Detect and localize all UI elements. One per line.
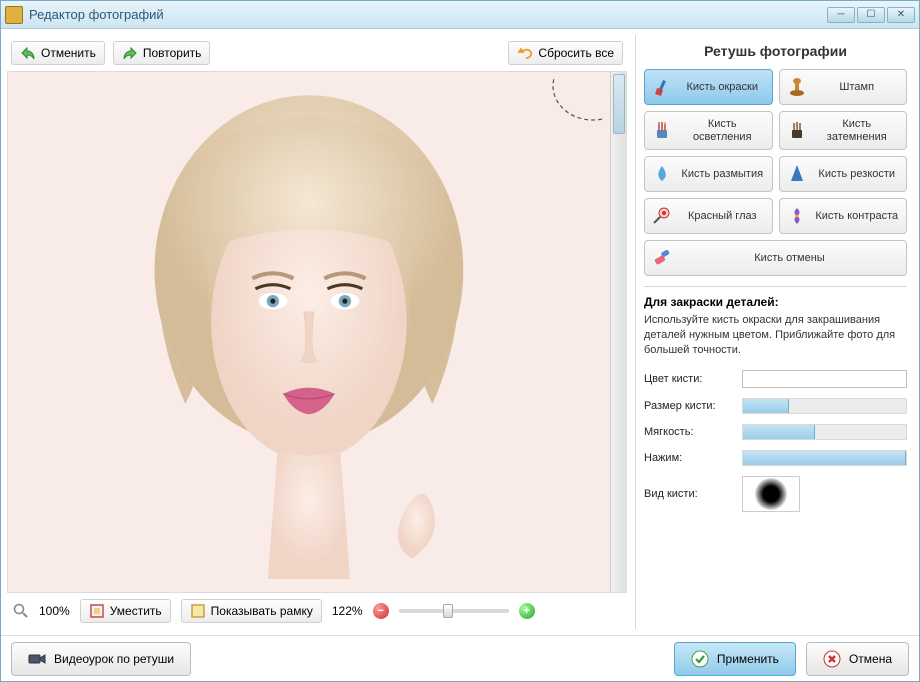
- apply-label: Применить: [717, 652, 779, 666]
- zoom2-value: 122%: [332, 604, 363, 618]
- tool-label: Кисть резкости: [814, 168, 901, 181]
- tool-label: Штамп: [814, 81, 901, 94]
- tool-blur-brush[interactable]: Кисть размытия: [644, 156, 773, 192]
- show-frame-button[interactable]: Показывать рамку: [181, 599, 322, 623]
- zoom-slider[interactable]: [399, 609, 509, 613]
- cancel-icon: [823, 650, 841, 668]
- cancel-button[interactable]: Отмена: [806, 642, 909, 676]
- desc-body: Используйте кисть окраски для закрашиван…: [644, 313, 907, 358]
- brush-color-swatch[interactable]: [742, 370, 907, 388]
- redo-label: Повторить: [143, 46, 202, 60]
- zoom-in-button[interactable]: +: [519, 603, 535, 619]
- fit-button[interactable]: Уместить: [80, 599, 171, 623]
- brush-view-label: Вид кисти:: [644, 488, 736, 500]
- frame-icon: [190, 603, 206, 619]
- red-eye-icon: [651, 205, 673, 227]
- vertical-scrollbar[interactable]: [610, 72, 626, 592]
- window-title: Редактор фотографий: [29, 7, 827, 22]
- tool-label: Кисть размытия: [679, 168, 766, 181]
- footer: Видеоурок по ретуши Применить Отмена: [1, 635, 919, 681]
- app-icon: [5, 6, 23, 24]
- tool-sharpen-brush[interactable]: Кисть резкости: [779, 156, 908, 192]
- tool-label: Кисть отмены: [679, 252, 900, 265]
- selection-marquee: [548, 78, 604, 124]
- bottom-toolbar: 100% Уместить Показывать рамку 122% − +: [7, 593, 627, 629]
- tool-undo-brush[interactable]: Кисть отмены: [644, 240, 907, 276]
- lighten-brush-icon: [651, 120, 673, 142]
- tool-label: Красный глаз: [679, 210, 766, 223]
- contrast-brush-icon: [786, 205, 808, 227]
- tool-label: Кисть осветления: [679, 118, 766, 143]
- photo-placeholder: [8, 72, 610, 592]
- zoom-out-button[interactable]: −: [373, 603, 389, 619]
- brush-preview: [742, 476, 800, 512]
- canvas-area: [7, 71, 627, 593]
- opacity-slider[interactable]: [742, 450, 907, 466]
- undo-button[interactable]: Отменить: [11, 41, 105, 65]
- titlebar: Редактор фотографий ─ ☐ ✕: [1, 1, 919, 29]
- cancel-label: Отмена: [849, 652, 892, 666]
- stamp-icon: [786, 76, 808, 98]
- tool-label: Кисть окраски: [679, 81, 766, 94]
- tool-label: Кисть затемнения: [814, 118, 901, 143]
- camera-icon: [28, 650, 46, 668]
- reset-button[interactable]: Сбросить все: [508, 41, 623, 65]
- tool-red-eye[interactable]: Красный глаз: [644, 198, 773, 234]
- top-toolbar: Отменить Повторить Сбросить все: [7, 35, 627, 71]
- softness-slider[interactable]: [742, 424, 907, 440]
- panel-title: Ретушь фотографии: [644, 37, 907, 69]
- tool-paint-brush[interactable]: Кисть окраски: [644, 69, 773, 105]
- undo-icon: [20, 46, 36, 60]
- undo-brush-icon: [651, 247, 673, 269]
- maximize-button[interactable]: ☐: [857, 7, 885, 23]
- sharpen-brush-icon: [786, 163, 808, 185]
- softness-label: Мягкость:: [644, 426, 736, 438]
- reset-label: Сбросить все: [538, 46, 614, 60]
- tutorial-button[interactable]: Видеоурок по ретуши: [11, 642, 191, 676]
- brush-size-slider[interactable]: [742, 398, 907, 414]
- brush-size-label: Размер кисти:: [644, 400, 736, 412]
- tool-grid: Кисть окраски Штамп Кисть осветления Кисть …: [644, 69, 907, 276]
- check-icon: [691, 650, 709, 668]
- tool-contrast-brush[interactable]: Кисть контраста: [779, 198, 908, 234]
- fit-icon: [89, 603, 105, 619]
- zoom-value: 100%: [39, 604, 70, 618]
- fit-label: Уместить: [110, 604, 162, 618]
- image-canvas[interactable]: [8, 72, 610, 592]
- tool-lighten-brush[interactable]: Кисть осветления: [644, 111, 773, 150]
- magnifier-icon: [13, 603, 29, 619]
- tool-darken-brush[interactable]: Кисть затемнения: [779, 111, 908, 150]
- darken-brush-icon: [786, 120, 808, 142]
- brush-color-label: Цвет кисти:: [644, 373, 736, 385]
- tool-stamp[interactable]: Штамп: [779, 69, 908, 105]
- show-frame-label: Показывать рамку: [211, 604, 313, 618]
- reset-icon: [517, 46, 533, 60]
- undo-label: Отменить: [41, 46, 96, 60]
- minimize-button[interactable]: ─: [827, 7, 855, 23]
- tool-label: Кисть контраста: [814, 210, 901, 223]
- opacity-label: Нажим:: [644, 452, 736, 464]
- desc-title: Для закраски деталей:: [644, 295, 907, 309]
- redo-button[interactable]: Повторить: [113, 41, 211, 65]
- redo-icon: [122, 46, 138, 60]
- close-button[interactable]: ✕: [887, 7, 915, 23]
- tutorial-label: Видеоурок по ретуши: [54, 652, 174, 666]
- apply-button[interactable]: Применить: [674, 642, 796, 676]
- paint-brush-icon: [651, 76, 673, 98]
- blur-brush-icon: [651, 163, 673, 185]
